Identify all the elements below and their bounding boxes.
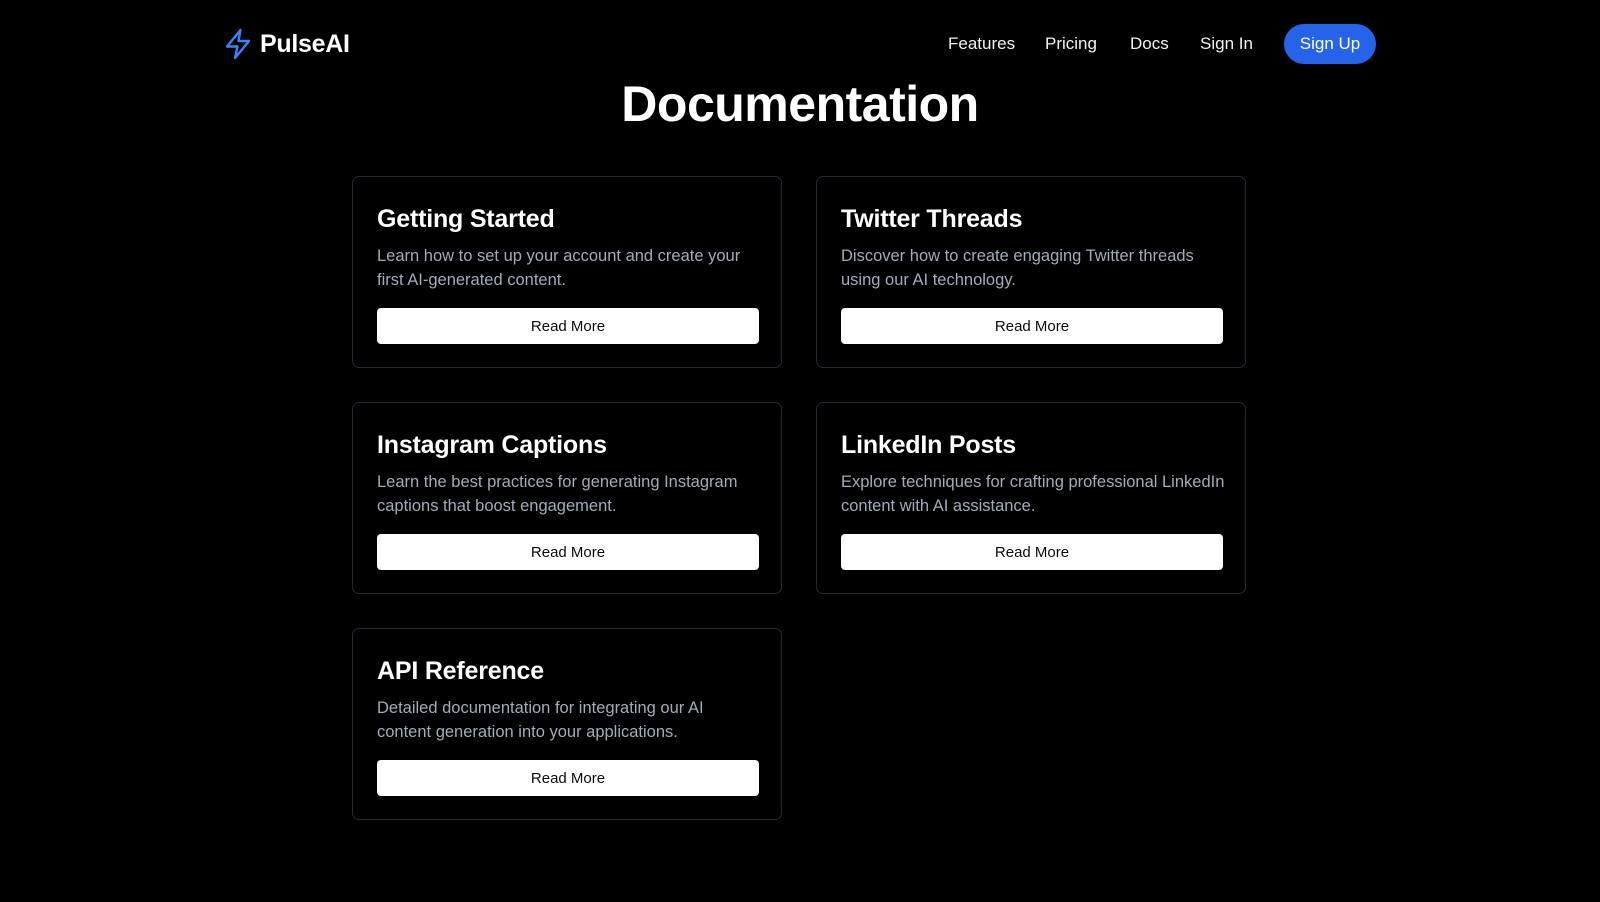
card-description: Detailed documentation for integrating o… xyxy=(377,699,704,741)
card-title: LinkedIn Posts xyxy=(841,431,1017,459)
nav-link-signin[interactable]: Sign In xyxy=(1200,24,1253,64)
read-more-button[interactable]: Read More xyxy=(841,308,1223,344)
nav-link-pricing[interactable]: Pricing xyxy=(1045,24,1097,64)
doc-card-instagram-captions: Instagram Captions Learn the best practi… xyxy=(352,402,782,594)
card-title: Instagram Captions xyxy=(377,431,607,459)
doc-card-twitter-threads: Twitter Threads Discover how to create e… xyxy=(816,176,1246,368)
card-description: Learn how to set up your account and cre… xyxy=(377,247,741,289)
doc-card-getting-started: Getting Started Learn how to set up your… xyxy=(352,176,782,368)
nav-link-features[interactable]: Features xyxy=(948,24,1015,64)
doc-card-linkedin-posts: LinkedIn Posts Explore techniques for cr… xyxy=(816,402,1246,594)
card-title: Getting Started xyxy=(377,205,555,233)
card-description: Explore techniques for crafting professi… xyxy=(841,473,1225,515)
read-more-button[interactable]: Read More xyxy=(841,534,1223,570)
card-description: Learn the best practices for generating … xyxy=(377,473,738,515)
doc-card-api-reference: API Reference Detailed documentation for… xyxy=(352,628,782,820)
card-title: API Reference xyxy=(377,657,544,685)
page-title: Documentation xyxy=(621,76,979,132)
read-more-button[interactable]: Read More xyxy=(377,308,759,344)
nav-link-docs[interactable]: Docs xyxy=(1130,24,1169,64)
card-title: Twitter Threads xyxy=(841,205,1023,233)
read-more-button[interactable]: Read More xyxy=(377,760,759,796)
card-description: Discover how to create engaging Twitter … xyxy=(841,247,1194,289)
signup-button[interactable]: Sign Up xyxy=(1284,24,1376,64)
read-more-button[interactable]: Read More xyxy=(377,534,759,570)
